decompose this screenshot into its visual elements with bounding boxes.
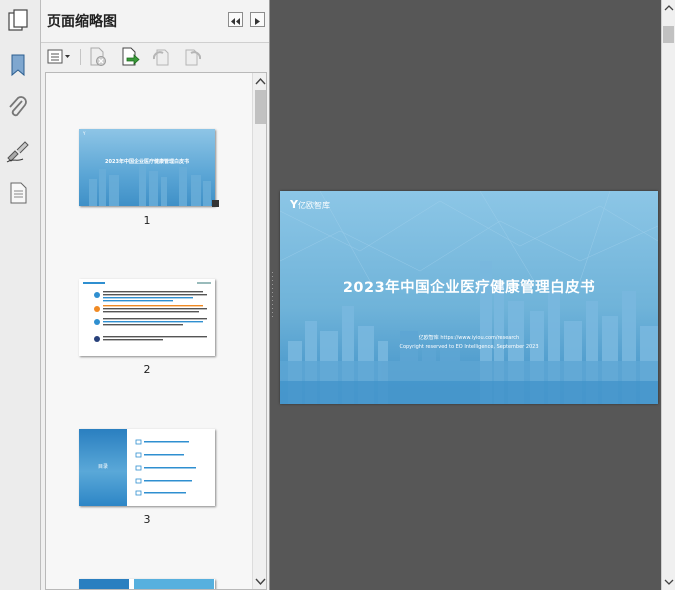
thumbnail-resize-handle[interactable] — [212, 200, 219, 207]
navigation-strip — [0, 0, 41, 590]
document-page: Y亿欧智库 2023年中国企业医疗健康管理白皮书 亿欧智库 https://ww… — [280, 191, 658, 404]
contents-list-graphic — [135, 439, 196, 496]
delete-page-icon[interactable] — [88, 47, 108, 67]
thumbnail-scrollbar[interactable] — [252, 73, 267, 589]
expand-panel-button[interactable] — [250, 12, 265, 27]
thumbnail-page-number: 1 — [143, 214, 151, 227]
thumbnail-list[interactable]: Y 2023年中国企业医疗健康管理白皮书 1 2 目录 3 — [45, 72, 267, 590]
attachment-icon[interactable] — [5, 95, 31, 121]
scroll-thumb[interactable] — [663, 26, 674, 43]
signature-icon[interactable] — [5, 138, 31, 164]
panel-header: 页面缩略图 — [41, 0, 269, 43]
document-copyright-line: Copyright reserved to EO Intelligence, S… — [399, 344, 539, 350]
options-icon[interactable] — [47, 47, 73, 67]
thumbnail-page-2[interactable] — [79, 279, 215, 356]
document-logo: Y亿欧智库 — [290, 198, 330, 211]
bookmark-icon[interactable] — [5, 52, 31, 78]
document-site-line: 亿欧智库 https://www.iyiou.com/research — [418, 335, 520, 341]
scroll-up-icon[interactable] — [253, 75, 267, 89]
document-scrollbar[interactable] — [661, 0, 675, 590]
scroll-up-icon[interactable] — [662, 2, 675, 14]
double-chevron-left-icon — [231, 18, 240, 25]
cover-background-graphic — [280, 191, 658, 404]
rotate-right-icon[interactable] — [183, 47, 203, 67]
panel-title: 页面缩略图 — [47, 14, 117, 30]
scroll-down-icon[interactable] — [253, 574, 267, 588]
logo-y-icon: Y — [290, 198, 298, 211]
layers-icon[interactable] — [5, 180, 31, 206]
thumb1-title: 2023年中国企业医疗健康管理白皮书 — [105, 159, 189, 165]
thumbnail-page-number: 2 — [143, 363, 151, 376]
skyline-graphic — [89, 165, 211, 206]
scroll-down-icon[interactable] — [662, 576, 675, 588]
insert-page-icon[interactable] — [120, 47, 140, 67]
thumbnail-page-3[interactable]: 目录 — [79, 429, 215, 506]
text-page-graphic — [83, 282, 211, 342]
thumbnail-page-1[interactable]: Y 2023年中国企业医疗健康管理白皮书 — [79, 129, 215, 206]
panel-splitter[interactable] — [271, 270, 275, 320]
collapse-panel-button[interactable] — [228, 12, 243, 27]
thumb1-logo: Y — [83, 131, 86, 136]
scroll-thumb[interactable] — [255, 90, 266, 124]
thumbnail-page-4[interactable] — [79, 579, 215, 589]
page-thumbnails-panel: 页面缩略图 Y 2023年中国企业医疗健康管理白皮书 1 2 目录 3 — [41, 0, 270, 590]
document-title: 2023年中国企业医疗健康管理白皮书 — [342, 280, 596, 296]
chevron-right-icon — [255, 18, 260, 25]
thumbnails-toolbar — [41, 43, 269, 71]
rotate-left-icon[interactable] — [151, 47, 171, 67]
thumbnail-page-number: 3 — [143, 513, 151, 526]
pages-icon[interactable] — [5, 8, 31, 34]
document-logo-text: 亿欧智库 — [297, 201, 330, 210]
